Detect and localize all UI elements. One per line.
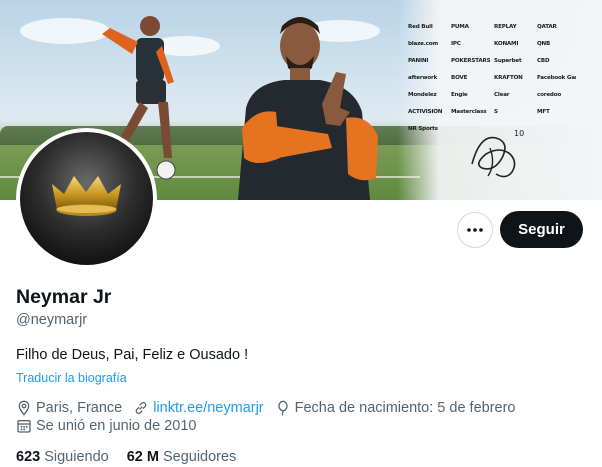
balloon-icon <box>277 400 288 416</box>
follow-button[interactable]: Seguir <box>500 211 583 248</box>
signature-number: 10 <box>514 129 524 138</box>
following-count: 623 <box>16 449 41 465</box>
following-link[interactable]: 623 Siguiendo <box>16 449 109 465</box>
followers-link[interactable]: 62 M Seguidores <box>127 449 237 465</box>
joined-text: Se unió en junio de 2010 <box>36 418 197 434</box>
birthday-text: Fecha de nacimiento: 5 de febrero <box>294 400 516 416</box>
sponsor-logo: PANINI <box>408 58 429 64</box>
sponsor-logo: QATAR <box>537 24 557 30</box>
follow-stats: 623 Siguiendo 62 M Seguidores <box>16 449 254 465</box>
link-icon <box>135 402 147 414</box>
profile-bio: Filho de Deus, Pai, Feliz e Ousado ! <box>16 347 249 363</box>
sponsor-logo: BOVE <box>451 75 468 81</box>
sponsor-logo: Red Bull <box>408 24 433 30</box>
sponsor-logo: KRAFTON <box>494 75 523 81</box>
sponsor-logo: Facebook Gaming <box>537 75 576 81</box>
user-handle: @neymarjr <box>16 312 88 328</box>
followers-label: Seguidores <box>162 449 237 465</box>
sponsor-logo: Masterclass <box>451 109 487 115</box>
birthday-item: Fecha de nacimiento: 5 de febrero <box>275 400 516 416</box>
location-pin-icon <box>18 400 30 416</box>
translate-bio-link[interactable]: Traducir la biografía <box>16 371 127 385</box>
website-link[interactable]: linktr.ee/neymarjr <box>153 400 263 416</box>
sponsor-logo: PUMA <box>451 24 469 30</box>
sponsor-logo: Engie <box>451 92 468 98</box>
location-text: Paris, France <box>36 400 123 416</box>
sponsor-logo: Clear <box>494 92 510 98</box>
more-options-button[interactable] <box>457 212 493 248</box>
display-name: Neymar Jr <box>16 286 112 308</box>
sponsor-logo: NR Sports <box>408 126 438 132</box>
banner-player-standing <box>238 17 378 200</box>
calendar-icon <box>17 420 31 433</box>
avatar-image <box>20 132 153 265</box>
more-dots-icon <box>467 228 483 232</box>
sponsor-logo: IPC <box>451 41 461 47</box>
sponsor-logo: QNB <box>537 41 551 47</box>
sponsor-logo: coredoo <box>537 92 562 98</box>
profile-meta-row: Paris, France linktr.ee/neymarjr Fecha d… <box>16 400 527 416</box>
crown-icon <box>52 176 121 216</box>
sponsor-logo: KONAMI <box>494 41 519 47</box>
sponsor-logo: S <box>494 109 498 115</box>
sponsor-logo: CBD <box>537 58 550 64</box>
sponsor-logo: REPLAY <box>494 24 517 30</box>
followers-count: 62 M <box>126 449 159 465</box>
profile-meta-row-2: Se unió en junio de 2010 <box>16 418 207 434</box>
sponsor-logo: POKERSTARS <box>451 58 490 64</box>
profile-avatar[interactable] <box>16 128 157 269</box>
website-item: linktr.ee/neymarjr <box>133 400 264 416</box>
location-item: Paris, France <box>16 400 122 416</box>
sponsor-logo: Mondelez <box>408 92 437 98</box>
following-label: Siguiendo <box>44 449 109 465</box>
sponsor-logo: ACTIVISION <box>408 109 443 115</box>
joined-item: Se unió en junio de 2010 <box>16 418 196 434</box>
sponsor-logo: afterwork <box>408 75 438 81</box>
signature-graphic: 10 <box>471 129 524 178</box>
sponsor-logos: Red Bull PUMA REPLAY QATAR blaze.com IPC… <box>408 22 576 134</box>
sponsor-logo: Superbet <box>494 58 522 64</box>
sponsor-logo: blaze.com <box>408 41 439 47</box>
sponsor-logo: MFT <box>537 109 550 115</box>
